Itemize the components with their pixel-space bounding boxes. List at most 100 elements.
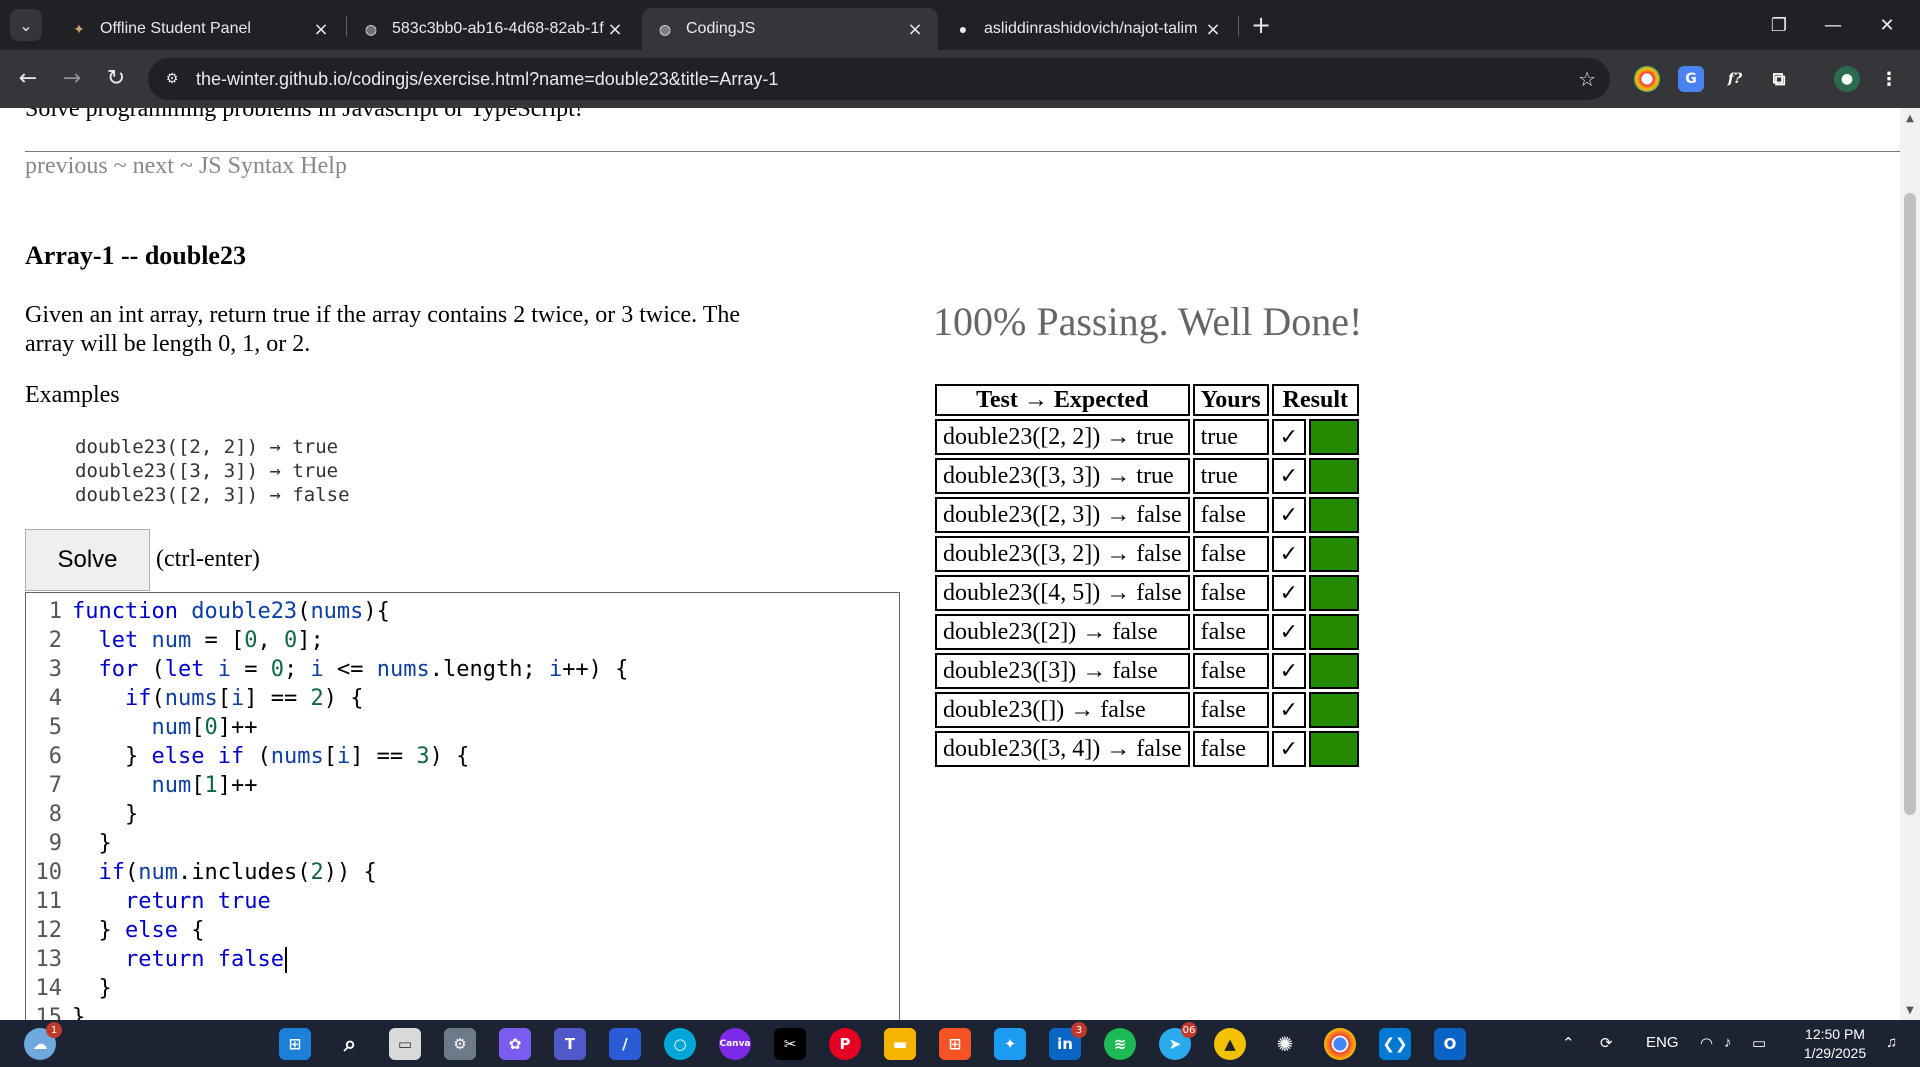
code-editor[interactable]: 1 function double23(nums){ 2 let num = [0… <box>25 592 900 1020</box>
battery-icon[interactable]: ▭ <box>1752 1034 1766 1052</box>
vscode-icon[interactable]: ❮❯ <box>1379 1028 1411 1060</box>
scroll-up-icon[interactable]: ▲ <box>1900 108 1920 128</box>
close-icon[interactable]: × <box>310 19 332 40</box>
yours-cell: false <box>1192 731 1269 767</box>
pass-indicator <box>1309 458 1360 494</box>
code-line[interactable]: return false <box>72 947 287 973</box>
teams-icon[interactable]: T <box>554 1028 586 1060</box>
code-line[interactable]: if(num.includes(2)) { <box>72 860 377 885</box>
code-line[interactable]: return true <box>72 889 271 914</box>
warning-app-icon[interactable]: ▲ <box>1214 1028 1246 1060</box>
volume-icon[interactable]: ♪ <box>1724 1034 1732 1051</box>
url-text[interactable]: the-winter.github.io/codingjs/exercise.h… <box>196 69 778 90</box>
windows-taskbar: ☁ 1 ⊞ ⌕ ▭ ⚙ ✿ T ∕ ○ Canva ✂ P ▬ ⊞ ✦ in 3 ≋… <box>0 1020 1920 1067</box>
scrollbar-thumb[interactable] <box>1904 193 1916 815</box>
code-line[interactable]: } <box>72 976 111 1001</box>
tab-github[interactable]: ● asliddinrashidovich/najot-talim × <box>940 8 1236 50</box>
solve-button[interactable]: Solve <box>25 529 150 591</box>
check-icon: ✓ <box>1271 692 1307 728</box>
globe-icon: ◍ <box>658 20 672 37</box>
translate-extension-icon[interactable]: G <box>1678 66 1704 92</box>
tab-codingjs[interactable]: ◍ CodingJS × <box>642 8 938 50</box>
code-line[interactable]: function double23(nums){ <box>72 599 390 624</box>
bookmark-star-icon[interactable]: ☆ <box>1578 67 1596 91</box>
minimize-button[interactable]: — <box>1806 0 1860 50</box>
alexa-icon[interactable]: ○ <box>664 1028 696 1060</box>
spotify-icon[interactable]: ≋ <box>1104 1028 1136 1060</box>
canva-icon[interactable]: Canva <box>719 1028 751 1060</box>
profile-avatar[interactable]: ● <box>1834 66 1860 92</box>
line-number: 11 <box>35 889 63 914</box>
weather-icon[interactable]: ☁ 1 <box>24 1022 62 1060</box>
task-view-icon[interactable]: ▭ <box>389 1028 421 1060</box>
previous-link[interactable]: previous <box>25 153 108 179</box>
code-line[interactable]: } <box>72 1005 85 1020</box>
scroll-down-icon[interactable]: ▼ <box>1900 1000 1920 1020</box>
code-line[interactable]: } <box>72 802 138 827</box>
pinterest-icon[interactable]: P <box>829 1028 861 1060</box>
settings-gear-icon[interactable]: ⚙ <box>444 1028 476 1060</box>
font-extension-icon[interactable]: f? <box>1722 66 1748 92</box>
pass-indicator <box>1309 692 1360 728</box>
system-clock[interactable]: 12:50 PM 1/29/2025 <box>1790 1025 1880 1063</box>
reload-button[interactable]: ↻ <box>98 60 134 96</box>
capcut-icon[interactable]: ✂ <box>774 1028 806 1060</box>
code-line[interactable]: let num = [0, 0]; <box>72 628 324 653</box>
line-number: 10 <box>35 860 63 885</box>
twitter-icon[interactable]: ✦ <box>994 1028 1026 1060</box>
pass-indicator <box>1309 419 1360 455</box>
site-settings-icon[interactable]: ⚙ <box>162 69 182 89</box>
result-row: double23([2, 3]) → false false ✓ <box>935 497 1360 533</box>
tab-offline-student-panel[interactable]: ✦ Offline Student Panel × <box>56 8 344 50</box>
language-indicator[interactable]: ENG <box>1646 1034 1679 1051</box>
notification-bell-icon[interactable]: ♫ <box>1886 1034 1897 1051</box>
forward-button[interactable]: → <box>54 60 90 96</box>
close-window-button[interactable]: ✕ <box>1860 0 1914 50</box>
check-icon: ✓ <box>1271 575 1307 611</box>
outlook-icon[interactable]: O <box>1434 1028 1466 1060</box>
text-caret <box>284 947 287 973</box>
close-icon[interactable]: × <box>1202 19 1224 40</box>
search-icon[interactable]: ⌕ <box>334 1028 366 1060</box>
line-number: 9 <box>48 831 62 856</box>
restore-button[interactable]: ❐ <box>1752 0 1806 50</box>
syntax-help-link[interactable]: JS Syntax Help <box>199 153 347 179</box>
new-tab-button[interactable]: + <box>1246 10 1276 40</box>
code-line[interactable]: } else { <box>72 918 204 943</box>
sync-icon[interactable]: ⟳ <box>1600 1034 1613 1052</box>
code-line[interactable]: for (let i = 0; i <= nums.length; i++) { <box>72 657 629 682</box>
code-line[interactable]: num[1]++ <box>72 773 257 798</box>
page-scrollbar[interactable]: ▲ ▼ <box>1900 108 1920 1020</box>
line-number: 1 <box>48 599 62 624</box>
extensions-puzzle-icon[interactable]: ⧉ <box>1766 66 1792 92</box>
chatgpt-icon[interactable]: ✺ <box>1269 1028 1301 1060</box>
code-line[interactable]: } <box>72 831 111 856</box>
tray-chevron-up-icon[interactable]: ⌃ <box>1562 1034 1575 1052</box>
next-link[interactable]: next <box>133 153 174 179</box>
notification-badge: 06 <box>1181 1022 1197 1038</box>
close-icon[interactable]: × <box>604 19 626 40</box>
vs-icon[interactable]: ∕ <box>609 1028 641 1060</box>
wifi-icon[interactable]: ◠ <box>1700 1034 1713 1052</box>
copilot-icon[interactable]: ✿ <box>499 1028 531 1060</box>
color-extension-icon[interactable] <box>1634 66 1660 92</box>
file-explorer-icon[interactable]: ▬ <box>884 1028 916 1060</box>
close-icon[interactable]: × <box>904 19 926 40</box>
tab-uuid[interactable]: ◍ 583c3bb0-ab16-4d68-82ab-1f9 × <box>348 8 638 50</box>
address-bar[interactable]: ⚙ the-winter.github.io/codingjs/exercise… <box>148 58 1610 100</box>
windows-start-icon[interactable]: ⊞ <box>279 1028 311 1060</box>
linkedin-icon[interactable]: in 3 <box>1049 1022 1087 1060</box>
check-icon: ✓ <box>1271 497 1307 533</box>
code-line[interactable]: num[0]++ <box>72 715 257 740</box>
back-button[interactable]: ← <box>10 60 46 96</box>
tab-search-button[interactable]: ⌄ <box>10 9 42 41</box>
telegram-icon[interactable]: ➤ 06 <box>1159 1022 1197 1060</box>
test-cell: double23([4, 5]) → false <box>935 575 1190 611</box>
code-line[interactable]: if(nums[i] == 2) { <box>72 686 363 711</box>
more-menu-icon[interactable]: ⋮ <box>1876 66 1902 92</box>
nav-separator: ~ <box>179 153 193 179</box>
yours-cell: true <box>1192 458 1269 494</box>
microsoft-store-icon[interactable]: ⊞ <box>939 1028 971 1060</box>
chrome-icon[interactable] <box>1324 1028 1356 1060</box>
code-line[interactable]: } else if (nums[i] == 3) { <box>72 744 469 769</box>
